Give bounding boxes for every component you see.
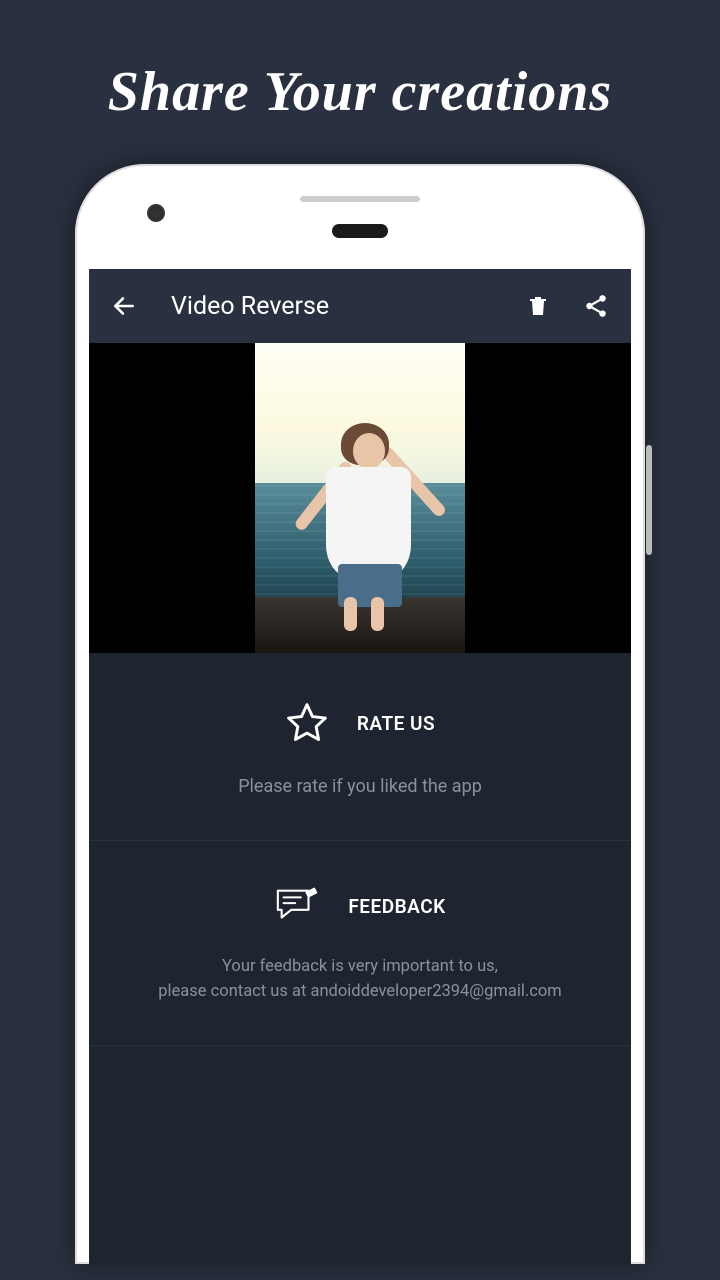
video-thumbnail bbox=[255, 343, 465, 653]
video-preview-area[interactable] bbox=[89, 343, 631, 653]
feedback-header: FEEDBACK bbox=[113, 885, 607, 927]
feedback-section[interactable]: FEEDBACK Your feedback is very important… bbox=[89, 841, 631, 1046]
phone-camera bbox=[147, 204, 165, 222]
rate-us-desc: Please rate if you liked the app bbox=[113, 773, 607, 800]
feedback-icon bbox=[274, 885, 320, 927]
app-bar-title: Video Reverse bbox=[171, 292, 497, 321]
rate-us-header: RATE US bbox=[113, 701, 607, 745]
phone-earpiece bbox=[332, 224, 388, 238]
trash-icon bbox=[526, 293, 550, 319]
feedback-desc: Your feedback is very important to us, p… bbox=[113, 955, 607, 1005]
phone-frame: Video Reverse bbox=[75, 164, 645, 1264]
phone-side-button bbox=[646, 445, 652, 555]
star-icon bbox=[285, 701, 329, 745]
app-screen: Video Reverse bbox=[89, 269, 631, 1264]
promo-title: Share Your creations bbox=[0, 0, 720, 164]
feedback-title: FEEDBACK bbox=[348, 895, 445, 918]
back-button[interactable] bbox=[107, 289, 141, 323]
rate-us-section[interactable]: RATE US Please rate if you liked the app bbox=[89, 653, 631, 841]
back-arrow-icon bbox=[111, 293, 137, 319]
app-bar: Video Reverse bbox=[89, 269, 631, 343]
delete-button[interactable] bbox=[521, 289, 555, 323]
rate-us-title: RATE US bbox=[357, 712, 435, 735]
phone-top-bezel bbox=[75, 164, 645, 269]
feedback-desc-line2: please contact us at andoiddeveloper2394… bbox=[158, 982, 561, 1001]
share-icon bbox=[583, 293, 609, 319]
feedback-desc-line1: Your feedback is very important to us, bbox=[222, 957, 498, 976]
share-button[interactable] bbox=[579, 289, 613, 323]
phone-earpiece-slot bbox=[300, 196, 420, 202]
